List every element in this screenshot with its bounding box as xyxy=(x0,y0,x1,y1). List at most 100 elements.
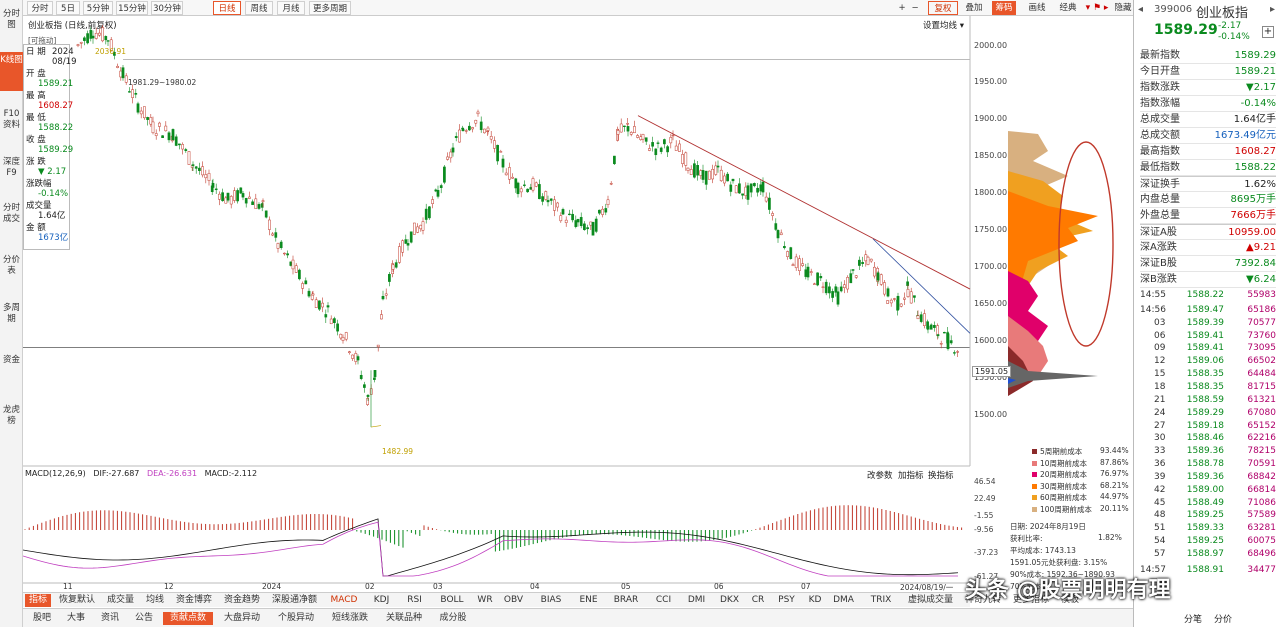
leftnav-item-5[interactable]: 分价表 xyxy=(0,252,23,291)
leftnav-item-6[interactable]: 多周期 xyxy=(0,300,23,339)
add-indicator-button[interactable]: 加指标 xyxy=(898,469,924,481)
period-30min[interactable]: 30分钟 xyxy=(151,1,183,15)
indicator-tab-2[interactable]: 成交量 xyxy=(103,594,138,607)
leftnav-item-4[interactable]: 分时成交 xyxy=(0,200,23,250)
info-tab-7[interactable]: 短线涨跌 xyxy=(325,612,375,625)
flag-icons[interactable]: ▾ ⚑ ▸ xyxy=(1083,1,1111,15)
info-value-1: 1589.21 xyxy=(38,79,74,89)
indicator-tab-0[interactable]: 指标 xyxy=(25,594,51,607)
period-5min[interactable]: 5分钟 xyxy=(83,1,113,15)
candle-body xyxy=(648,148,651,151)
period-weekly[interactable]: 周线 xyxy=(245,1,273,15)
info-tab-5[interactable]: 大盘异动 xyxy=(217,612,267,625)
leftnav-item-8[interactable]: 龙虎榜 xyxy=(0,402,23,441)
indicator-tab-21[interactable]: KD xyxy=(805,594,825,607)
tick-price: 1588.22 xyxy=(1186,290,1224,300)
add-icon[interactable]: + xyxy=(896,1,908,15)
indicator-tab-13[interactable]: BIAS xyxy=(532,594,570,607)
jingdian-button[interactable]: 经典 xyxy=(1056,1,1080,15)
candle-body xyxy=(321,302,324,308)
info-tab-1[interactable]: 大事 xyxy=(61,612,91,625)
indicator-tab-14[interactable]: ENE xyxy=(574,594,603,607)
candle-body xyxy=(354,353,358,362)
quote-value: 1608.27 xyxy=(1234,146,1276,157)
candle-body xyxy=(356,356,360,361)
candle-body xyxy=(604,208,608,213)
candle-body xyxy=(76,44,80,46)
candle-body xyxy=(794,256,798,269)
change-param-button[interactable]: 改参数 xyxy=(867,469,893,481)
candle-body xyxy=(401,240,404,253)
period-more[interactable]: 更多周期 xyxy=(309,1,351,15)
info-tab-2[interactable]: 资讯 xyxy=(95,612,125,625)
candle-body xyxy=(671,134,675,137)
indicator-tab-9[interactable]: RSI xyxy=(400,594,429,607)
candle-body xyxy=(421,221,425,231)
candle-body xyxy=(666,146,669,153)
info-label-8: 金 额 xyxy=(26,223,46,233)
chip-profit-value: 1.82% xyxy=(1098,533,1122,542)
switch-indicator-button[interactable]: 换指标 xyxy=(928,469,954,481)
indicator-tab-7[interactable]: MACD xyxy=(325,594,363,607)
indicator-tab-24[interactable]: 虚拟成交量 xyxy=(904,594,957,607)
kline-chart[interactable] xyxy=(23,16,1133,592)
indicator-tab-3[interactable]: 均线 xyxy=(142,594,168,607)
indicator-tab-17[interactable]: DMI xyxy=(682,594,711,607)
candle-body xyxy=(519,188,523,193)
tick-row-16: 45 1588.49 71086 xyxy=(1140,497,1276,510)
leftnav-item-1[interactable]: K线图 xyxy=(0,52,23,91)
indicator-tab-4[interactable]: 资金博弈 xyxy=(172,594,216,607)
indicator-tab-22[interactable]: DMA xyxy=(829,594,858,607)
indicator-tab-8[interactable]: KDJ xyxy=(367,594,396,607)
candle-body xyxy=(641,134,645,140)
indicator-tab-1[interactable]: 恢复默认 xyxy=(55,594,99,607)
period-5day[interactable]: 5日 xyxy=(56,1,80,15)
candle-body xyxy=(568,213,571,216)
indicator-tab-15[interactable]: BRAR xyxy=(607,594,645,607)
tick-time: 39 xyxy=(1154,471,1166,482)
period-15min[interactable]: 15分钟 xyxy=(116,1,148,15)
candle-body xyxy=(786,251,789,257)
chip-cost-line: 1591.05元处获利盘: 3.15% xyxy=(1010,558,1108,567)
indicator-tab-16[interactable]: CCI xyxy=(649,594,678,607)
info-tab-4[interactable]: 贡献点数 xyxy=(163,612,213,625)
add-watchlist-icon[interactable]: + xyxy=(1262,26,1274,38)
left-arrow-icon[interactable]: ◂ xyxy=(1138,4,1143,15)
tab-fenjia[interactable]: 分价 xyxy=(1214,612,1232,625)
candle-body xyxy=(194,166,198,169)
diejia-button[interactable]: 叠加 xyxy=(961,1,987,15)
huaxian-button[interactable]: 画线 xyxy=(1025,1,1049,15)
candle-body xyxy=(121,67,125,79)
chip-legend-row-4: 60周期前成本 xyxy=(1032,492,1087,503)
indicator-tab-12[interactable]: OBV xyxy=(499,594,528,607)
leftnav-item-3[interactable]: 深度F9 xyxy=(0,154,23,204)
info-tab-6[interactable]: 个股异动 xyxy=(271,612,321,625)
info-tab-0[interactable]: 股吧 xyxy=(27,612,57,625)
leftnav-item-0[interactable]: 分时图 xyxy=(0,6,23,45)
indicator-tab-23[interactable]: TRIX xyxy=(862,594,900,607)
quote-value: 1.64亿手 xyxy=(1233,114,1276,125)
indicator-tab-6[interactable]: 深股通净额 xyxy=(268,594,321,607)
info-tab-3[interactable]: 公告 xyxy=(129,612,159,625)
fuquan-button[interactable]: 复权 xyxy=(928,1,958,15)
period-monthly[interactable]: 月线 xyxy=(277,1,305,15)
tab-fenbi[interactable]: 分笔 xyxy=(1184,612,1202,625)
info-tab-9[interactable]: 成分股 xyxy=(433,612,473,625)
leftnav-item-7[interactable]: 资金 xyxy=(0,352,23,380)
period-daily[interactable]: 日线 xyxy=(213,1,241,15)
right-arrow-icon[interactable]: ▸ xyxy=(1270,4,1275,15)
indicator-tab-5[interactable]: 资金趋势 xyxy=(220,594,264,607)
minus-icon[interactable]: − xyxy=(909,1,921,15)
indicator-tab-10[interactable]: BOLL xyxy=(433,594,471,607)
candle-body xyxy=(669,137,673,144)
chouma-button[interactable]: 筹码 xyxy=(992,1,1016,15)
indicator-tab-18[interactable]: DKX xyxy=(715,594,744,607)
candle-body xyxy=(276,243,280,249)
period-fenshi[interactable]: 分时 xyxy=(27,1,53,15)
indicator-tab-19[interactable]: CR xyxy=(748,594,768,607)
indicator-tab-11[interactable]: WR xyxy=(475,594,495,607)
indicator-tab-20[interactable]: PSY xyxy=(772,594,801,607)
yincang-button[interactable]: 隐藏 xyxy=(1111,1,1135,15)
info-tab-8[interactable]: 关联品种 xyxy=(379,612,429,625)
tick-volume: 67080 xyxy=(1247,407,1276,418)
